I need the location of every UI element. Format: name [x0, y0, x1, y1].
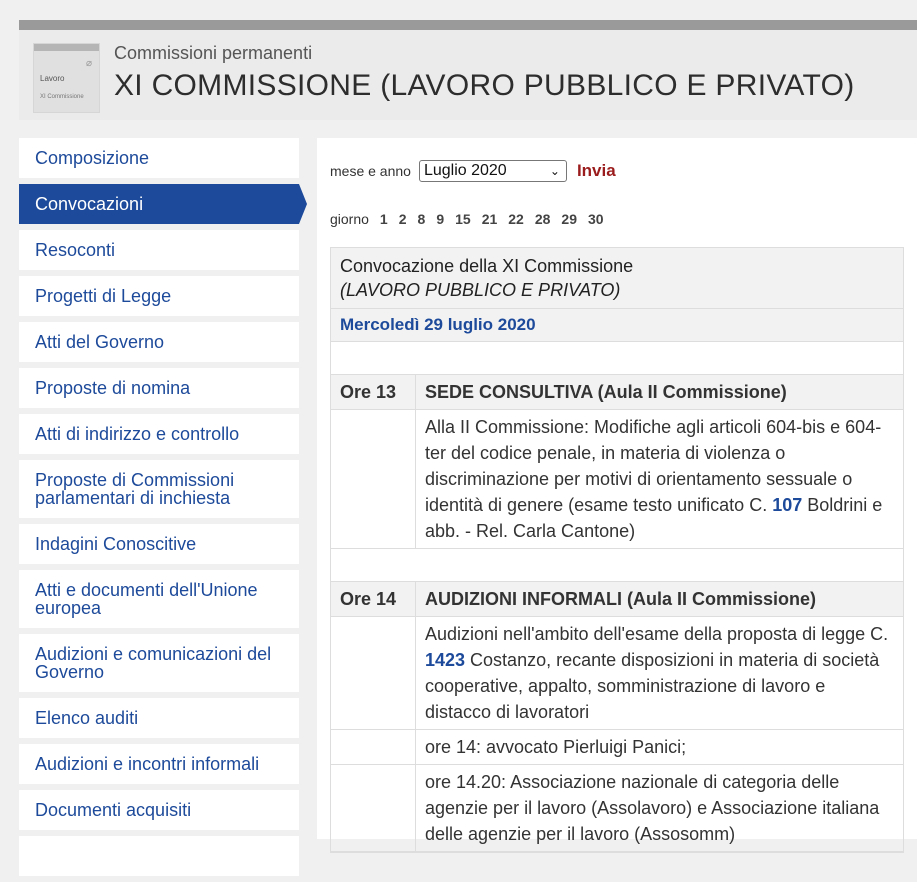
sidebar-item-more[interactable]: [19, 836, 299, 876]
page-header: ⌀ Lavoro XI Commissione Commissioni perm…: [19, 30, 917, 120]
day-selector: giorno 1 2 8 9 15 21 22 28 29 30: [330, 211, 604, 227]
day-link-30[interactable]: 30: [588, 211, 604, 227]
sidebar-item-elenco-auditi[interactable]: Elenco auditi: [19, 698, 299, 738]
hearing-item: ore 14: avvocato Pierluigi Panici;: [425, 737, 687, 757]
session-body-row: Alla II Commissione: Modifiche agli arti…: [331, 410, 903, 549]
session-time: Ore 13: [331, 375, 416, 409]
spacer-row: [331, 549, 903, 582]
convocation-box: Convocazione della XI Commissione (LAVOR…: [330, 247, 904, 853]
day-label: giorno: [330, 211, 369, 227]
session-text: Costanzo, recante disposizioni in materi…: [425, 650, 880, 722]
sidebar-item-convocazioni[interactable]: Convocazioni: [19, 184, 307, 224]
session-time: Ore 14: [331, 582, 416, 616]
empty-cell: [331, 765, 416, 851]
session-description: Alla II Commissione: Modifiche agli arti…: [416, 410, 903, 548]
chevron-down-icon: ⌄: [549, 164, 560, 178]
submit-link[interactable]: Invia: [577, 161, 616, 181]
bill-number-link[interactable]: 1423: [425, 650, 465, 670]
sidebar-item-atti-unione-europea[interactable]: Atti e documenti dell'Unione europea: [19, 570, 299, 628]
month-year-value: Luglio 2020: [423, 162, 507, 179]
month-filter: mese e anno Luglio 2020 ⌄ Invia: [330, 160, 616, 182]
commission-thumbnail: ⌀ Lavoro XI Commissione: [33, 43, 100, 113]
day-link-21[interactable]: 21: [482, 211, 498, 227]
convocation-subtitle: (LAVORO PUBBLICO E PRIVATO): [340, 280, 621, 300]
spacer-row: [331, 342, 903, 375]
session-header-row: Ore 14 AUDIZIONI INFORMALI (Aula II Comm…: [331, 582, 903, 617]
paperclip-icon: ⌀: [86, 58, 93, 69]
sidebar-item-audizioni-governo[interactable]: Audizioni e comunicazioni del Governo: [19, 634, 299, 692]
thumbnail-bar: [34, 44, 99, 51]
sidebar-nav: Composizione Convocazioni Resoconti Prog…: [19, 138, 307, 882]
session-body-row: Audizioni nell'ambito dell'esame della p…: [331, 617, 903, 730]
page-title: XI COMMISSIONE (LAVORO PUBBLICO E PRIVAT…: [114, 69, 855, 102]
empty-cell: [331, 617, 416, 729]
sidebar-item-audizioni-informali[interactable]: Audizioni e incontri informali: [19, 744, 299, 784]
day-link-15[interactable]: 15: [455, 211, 471, 227]
sidebar-item-atti-di-indirizzo[interactable]: Atti di indirizzo e controllo: [19, 414, 299, 454]
page-subtitle: Commissioni permanenti: [114, 43, 313, 63]
convocation-date: Mercoledì 29 luglio 2020: [331, 309, 903, 342]
session-text: Audizioni nell'ambito dell'esame della p…: [425, 624, 889, 644]
day-link-28[interactable]: 28: [535, 211, 551, 227]
sidebar-item-resoconti[interactable]: Resoconti: [19, 230, 299, 270]
sidebar-item-composizione[interactable]: Composizione: [19, 138, 299, 178]
sidebar-item-progetti-di-legge[interactable]: Progetti di Legge: [19, 276, 299, 316]
thumbnail-title: Lavoro: [40, 74, 65, 83]
convocation-header: Convocazione della XI Commissione (LAVOR…: [331, 248, 903, 309]
sidebar-item-indagini-conoscitive[interactable]: Indagini Conoscitive: [19, 524, 299, 564]
convocation-title: Convocazione della XI Commissione: [340, 256, 634, 276]
sidebar-item-proposte-commissioni-inchiesta[interactable]: Proposte di Commissioni parlamentari di …: [19, 460, 299, 518]
main-content: mese e anno Luglio 2020 ⌄ Invia giorno 1…: [317, 138, 917, 853]
top-bar: [19, 20, 917, 30]
day-link-9[interactable]: 9: [436, 211, 444, 227]
month-filter-label: mese e anno: [330, 163, 411, 179]
session-title: SEDE CONSULTIVA (Aula II Commissione): [416, 375, 903, 409]
day-link-1[interactable]: 1: [380, 211, 388, 227]
bill-number-link[interactable]: 107: [772, 495, 802, 515]
session-body-row: ore 14: avvocato Pierluigi Panici;: [331, 730, 903, 765]
day-link-29[interactable]: 29: [561, 211, 577, 227]
day-link-22[interactable]: 22: [508, 211, 524, 227]
session-title: AUDIZIONI INFORMALI (Aula II Commissione…: [416, 582, 903, 616]
empty-cell: [331, 730, 416, 764]
day-link-2[interactable]: 2: [399, 211, 407, 227]
thumbnail-subtitle: XI Commissione: [40, 94, 84, 100]
sidebar-item-atti-del-governo[interactable]: Atti del Governo: [19, 322, 299, 362]
session-header-row: Ore 13 SEDE CONSULTIVA (Aula II Commissi…: [331, 375, 903, 410]
day-link-8[interactable]: 8: [418, 211, 426, 227]
session-description: Audizioni nell'ambito dell'esame della p…: [416, 617, 903, 729]
sidebar-item-documenti-acquisiti[interactable]: Documenti acquisiti: [19, 790, 299, 830]
sidebar-item-proposte-di-nomina[interactable]: Proposte di nomina: [19, 368, 299, 408]
month-year-select[interactable]: Luglio 2020 ⌄: [418, 160, 567, 182]
empty-cell: [331, 410, 416, 548]
hearing-item: ore 14.20: Associazione nazionale di cat…: [425, 772, 880, 844]
